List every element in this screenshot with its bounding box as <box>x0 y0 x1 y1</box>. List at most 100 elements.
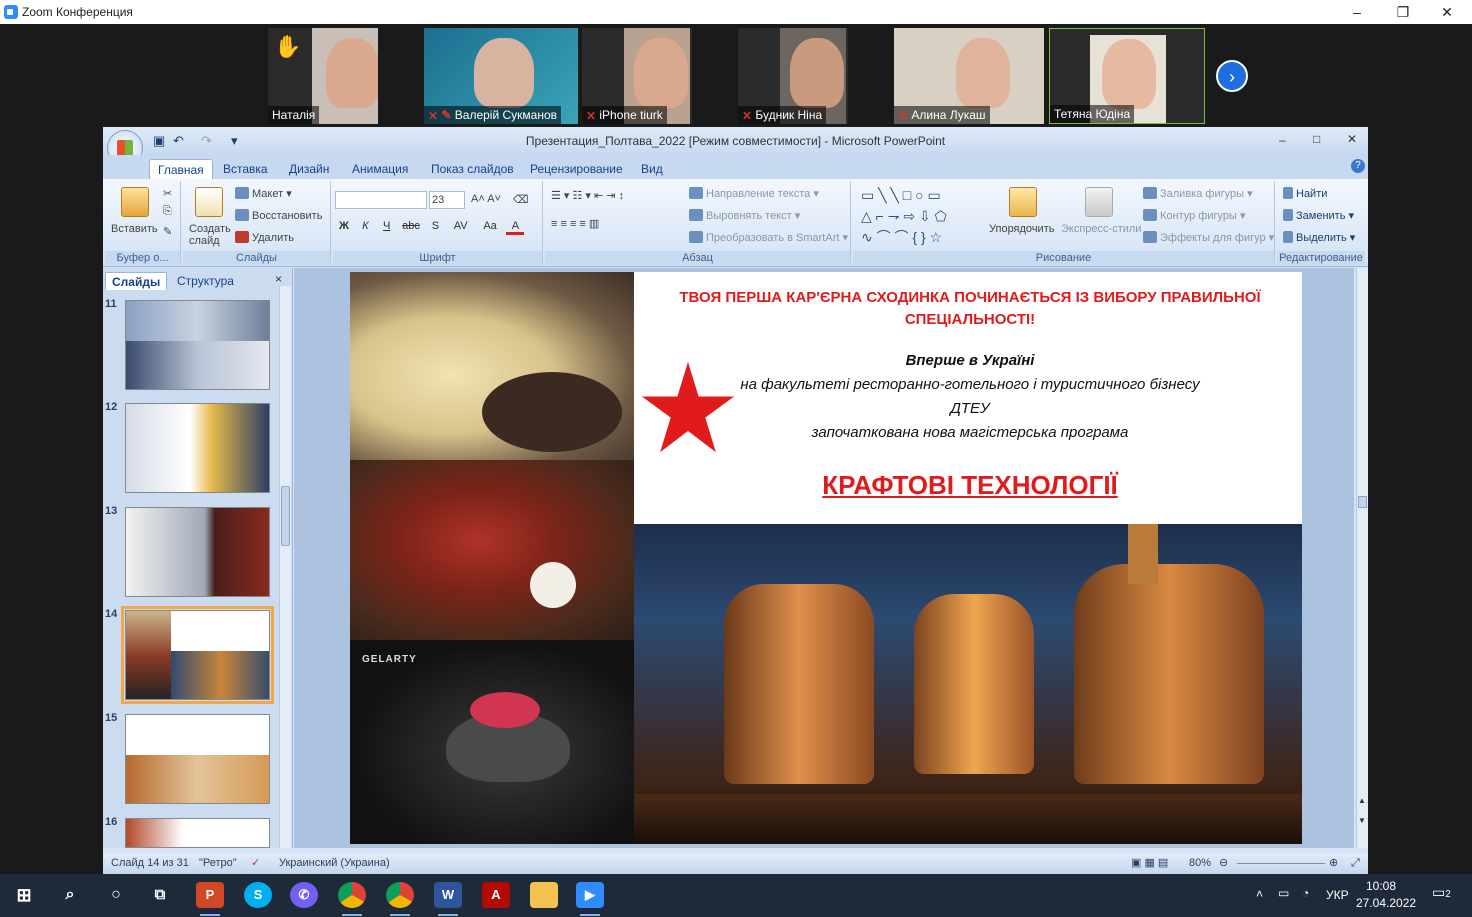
maximize-button[interactable]: ❐ <box>1380 0 1426 24</box>
customize-toolbar-icon[interactable]: ▾ <box>231 133 238 149</box>
powerpoint-window[interactable]: Презентация_Полтава_2022 [Режим совмести… <box>103 127 1368 874</box>
tab-slides[interactable]: Слайды <box>105 272 168 290</box>
participant-tile-active-speaker[interactable]: Тетяна Юдіна <box>1049 28 1205 124</box>
viber-icon[interactable]: ✆ <box>290 882 318 908</box>
find-button[interactable]: Найти <box>1283 187 1327 200</box>
bold-button[interactable]: Ж <box>335 217 353 235</box>
slide-thumbnail[interactable] <box>125 300 270 390</box>
minimize-button[interactable]: – <box>1334 0 1380 24</box>
strikethrough-button[interactable]: abc <box>399 217 423 235</box>
tab-insert[interactable]: Вставка <box>215 159 276 179</box>
spellcheck-icon[interactable]: ✓ <box>251 853 260 874</box>
font-color-button[interactable]: A <box>506 217 525 235</box>
redo-icon[interactable]: ↷ <box>201 133 212 149</box>
scroll-thumb[interactable] <box>1358 496 1367 508</box>
tab-animation[interactable]: Анимация <box>344 159 416 179</box>
participant-tile[interactable]: ⨯ ✎ Валерій Сукманов <box>424 28 578 124</box>
zoom-level[interactable]: 80% <box>1189 853 1211 874</box>
ppt-maximize-button[interactable]: □ <box>1313 132 1320 146</box>
align-icons[interactable]: ≡ ≡ ≡ ≡ ▥ <box>551 217 599 230</box>
language-indicator[interactable]: Украинский (Украина) <box>279 853 390 874</box>
zoom-out-icon[interactable]: ⊖ <box>1219 853 1228 874</box>
close-panel-icon[interactable]: × <box>275 272 282 286</box>
grow-font-icon[interactable]: A˄ A˅ <box>471 193 501 205</box>
slide-thumbnail[interactable] <box>125 818 270 848</box>
text-direction-button[interactable]: Направление текста ▾ <box>689 187 819 200</box>
powerpoint-icon[interactable]: P <box>196 882 224 916</box>
smartart-button[interactable]: Преобразовать в SmartArt ▾ <box>689 231 848 244</box>
undo-icon[interactable]: ↶ <box>173 133 184 149</box>
ppt-minimize-button[interactable]: – <box>1279 133 1286 147</box>
cut-icon[interactable]: ✂ <box>163 187 172 200</box>
tab-slideshow[interactable]: Показ слайдов <box>423 159 522 179</box>
tab-view[interactable]: Вид <box>633 159 671 179</box>
tab-review[interactable]: Рецензирование <box>522 159 631 179</box>
new-slide-button[interactable]: Создать слайд <box>189 223 235 247</box>
tray-chevron-icon[interactable]: ˄ <box>1256 887 1263 901</box>
slide-scrollbar[interactable]: ▲▲ ▼▼ <box>1356 268 1368 848</box>
slide-thumbnail-selected[interactable] <box>121 606 274 704</box>
prev-slide-icon[interactable]: ▲▲ <box>1358 796 1368 805</box>
next-slide-icon[interactable]: ▼▼ <box>1358 816 1368 825</box>
clear-format-icon[interactable]: ⌫ <box>513 193 529 206</box>
skype-icon[interactable]: S <box>244 882 272 908</box>
paste-button[interactable]: Вставить <box>111 223 158 235</box>
word-icon[interactable]: W <box>434 882 462 916</box>
reset-button[interactable]: Восстановить <box>235 209 322 222</box>
bullets-icon[interactable]: ☰ ▾ ☷ ▾ ⇤ ⇥ ↕ <box>551 189 624 202</box>
zoom-icon[interactable]: ▶ <box>576 882 604 916</box>
scroll-thumb[interactable] <box>281 486 290 546</box>
tab-home[interactable]: Главная <box>149 159 213 179</box>
font-family-select[interactable] <box>335 191 427 209</box>
acrobat-icon[interactable]: A <box>482 882 510 908</box>
zoom-in-icon[interactable]: ⊕ <box>1329 853 1338 874</box>
help-icon[interactable]: ? <box>1351 159 1365 173</box>
layout-button[interactable]: Макет ▾ <box>235 187 292 200</box>
tab-outline[interactable]: Структура <box>171 272 240 290</box>
slide[interactable]: GELARTY ТВОЯ ПЕРША КАР'ЄРНА СХОДИНКА ПОЧ… <box>350 272 1302 844</box>
participant-tile[interactable]: ⨯ Будник Ніна <box>738 28 848 124</box>
chrome-icon[interactable] <box>386 882 414 916</box>
ppt-close-button[interactable]: ✕ <box>1347 132 1357 146</box>
close-button[interactable]: ✕ <box>1424 0 1470 24</box>
slide-thumbnail[interactable] <box>125 403 270 493</box>
slide-thumbnail[interactable] <box>125 714 270 804</box>
search-icon[interactable]: ⌕ <box>56 882 84 908</box>
save-icon[interactable]: ▣ <box>153 133 165 149</box>
align-text-button[interactable]: Выровнять текст ▾ <box>689 209 800 222</box>
slide-canvas[interactable]: GELARTY ТВОЯ ПЕРША КАР'ЄРНА СХОДИНКА ПОЧ… <box>294 268 1354 848</box>
zoom-slider[interactable] <box>1237 863 1325 864</box>
task-view-icon[interactable]: ⧉ <box>146 882 174 908</box>
slide-thumbnail[interactable] <box>125 507 270 597</box>
notifications-icon[interactable]: ▭2 <box>1432 884 1451 901</box>
participant-tile[interactable]: ⨯ iPhone tiurk <box>582 28 692 124</box>
slides-panel-scrollbar[interactable] <box>279 286 291 848</box>
next-page-button[interactable]: › <box>1216 60 1248 92</box>
replace-button[interactable]: Заменить ▾ <box>1283 209 1354 222</box>
change-case-button[interactable]: Aa <box>477 217 503 235</box>
chrome-icon[interactable] <box>338 882 366 916</box>
shape-fill-button[interactable]: Заливка фигуры ▾ <box>1143 187 1253 200</box>
copy-icon[interactable]: ⎘ <box>163 205 172 218</box>
cortana-icon[interactable]: ○ <box>102 882 130 908</box>
windows-start-icon[interactable]: ⊞ <box>10 882 38 908</box>
fit-window-icon[interactable]: ⤢ <box>1351 853 1360 874</box>
tab-design[interactable]: Дизайн <box>281 159 337 179</box>
quick-styles-button[interactable]: Экспресс-стили <box>1061 223 1141 235</box>
shapes-gallery[interactable]: ▭ ╲ ╲ □ ○ ▭ △ ⌐ ⇁ ⇨ ⇩ ⬠ ∿ ⌒ ⌒ { } ☆ <box>861 185 947 248</box>
language-indicator[interactable]: УКР <box>1326 888 1349 902</box>
view-buttons[interactable]: ▣ ▦ ▤ <box>1131 853 1168 874</box>
shadow-button[interactable]: S <box>426 217 444 235</box>
delete-slide-button[interactable]: Удалить <box>235 231 294 244</box>
char-spacing-button[interactable]: AV <box>448 217 474 235</box>
underline-button[interactable]: Ч <box>378 217 396 235</box>
wifi-icon[interactable]: ◔ <box>1302 886 1309 900</box>
arrange-button[interactable]: Упорядочить <box>989 223 1054 235</box>
clock[interactable]: 10:08 27.04.2022 <box>1356 878 1416 912</box>
font-size-select[interactable]: 23 <box>429 191 465 209</box>
file-explorer-icon[interactable] <box>530 882 558 908</box>
format-painter-icon[interactable]: ✎ <box>163 225 172 238</box>
shape-effects-button[interactable]: Эффекты для фигур ▾ <box>1143 231 1274 244</box>
participant-tile[interactable]: ⨯ Алина Лукаш <box>894 28 1044 124</box>
participant-tile[interactable]: ✋ Наталія <box>268 28 378 124</box>
